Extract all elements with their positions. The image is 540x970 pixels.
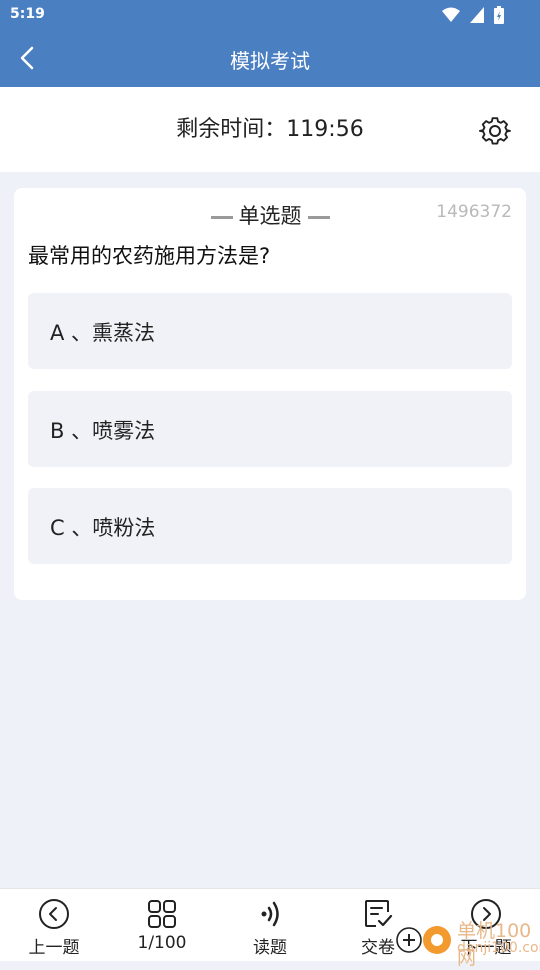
remaining-time: 剩余时间：119:56	[176, 117, 364, 142]
answer-sheet-button[interactable]: 1/100	[108, 889, 216, 961]
status-icons	[442, 6, 504, 24]
option-label: B 、喷雾法	[50, 419, 156, 443]
battery-icon	[494, 6, 504, 24]
page-title: 模拟考试	[230, 49, 310, 73]
question-card: 单选题 1496372 最常用的农药施用方法是? A 、熏蒸法 B 、喷雾法 C…	[14, 188, 526, 600]
question-text: 最常用的农药施用方法是?	[28, 244, 271, 268]
option-c[interactable]: C 、喷粉法	[28, 488, 512, 564]
nav-label: 读题	[253, 938, 287, 958]
wifi-icon	[442, 7, 460, 22]
divider	[210, 215, 233, 219]
nav-label: 上一题	[28, 938, 80, 958]
signal-icon	[470, 7, 484, 23]
status-bar: 5:19	[0, 0, 540, 30]
chevron-left-circle-icon	[39, 899, 69, 929]
status-time: 5:19	[10, 6, 45, 22]
sound-icon	[261, 901, 279, 927]
option-b[interactable]: B 、喷雾法	[28, 391, 512, 467]
nav-label: 1/100	[137, 933, 187, 953]
read-question-button[interactable]: 读题	[216, 889, 324, 961]
divider	[307, 215, 330, 219]
grid-icon	[148, 900, 176, 928]
watermark: 单机100网 danji100.com	[395, 916, 540, 969]
timer-bar: 剩余时间：119:56	[0, 87, 540, 172]
option-a[interactable]: A 、熏蒸法	[28, 293, 512, 369]
submit-icon	[365, 900, 393, 927]
question-type-label: 单选题	[238, 204, 302, 228]
settings-button[interactable]	[478, 114, 512, 148]
option-label: A 、熏蒸法	[50, 321, 156, 345]
gear-icon	[478, 117, 511, 145]
prev-question-button[interactable]: 上一题	[0, 889, 108, 961]
question-id: 1496372	[436, 202, 512, 222]
watermark-logo-icon	[396, 926, 451, 954]
option-label: C 、喷粉法	[50, 516, 156, 540]
watermark-url: danji100.com	[457, 940, 540, 956]
app-bar: 模拟考试	[0, 30, 540, 87]
